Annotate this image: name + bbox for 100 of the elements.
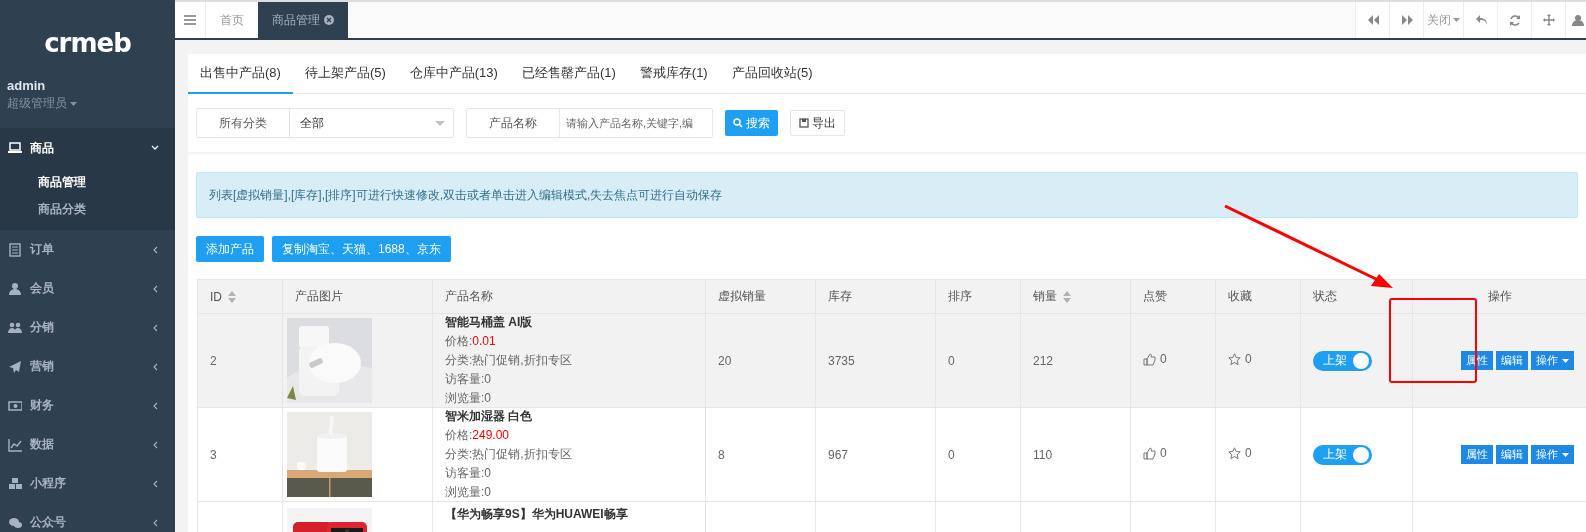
product-tab[interactable]: 出售中产品(8) [188,54,293,94]
line-chart-icon [8,437,22,452]
export-button[interactable]: 导出 [790,110,845,136]
notice-text: 列表[虚拟销量],[库存],[排序]可进行快速修改,双击或者单击进入编辑模式,失去焦点可进行自动保存 [209,186,723,204]
action-button[interactable]: 复制淘宝、天猫、1688、京东 [272,236,451,262]
users-icon [8,320,22,335]
logo: crmeb [44,28,131,58]
user-role-dropdown[interactable]: 超级管理员 [7,95,77,112]
chevron-left-icon [151,518,159,527]
close-icon[interactable] [324,15,334,25]
product-detail: 浏览量:0 [445,391,491,405]
count-text: 0 [1245,446,1252,461]
rewind-icon[interactable] [1366,14,1379,26]
banknote-icon [8,398,22,413]
product-name: 【华为畅享9S】华为HUAWEI畅享 [445,506,628,523]
table-cell: 20 [718,353,732,368]
count-text: 0 [1245,352,1252,367]
menu-item[interactable]: 会员 [0,269,175,308]
count-text: 0 [1160,446,1167,461]
table-cell: 212 [1033,353,1054,368]
submenu-item[interactable]: 商品分类 [38,201,86,222]
save-icon [799,118,809,128]
user-icon[interactable] [1572,14,1584,26]
document-icon [8,242,22,257]
column-header: 收藏 [1228,288,1252,305]
menu-item[interactable]: 财务 [0,386,175,425]
caret-icon [1562,358,1569,363]
undo-icon[interactable] [1474,14,1487,26]
sort-icon[interactable] [1063,290,1071,303]
product-name: 智米加湿器 白色 [445,408,533,425]
chevron-left-icon [151,440,159,449]
row-button[interactable]: 编辑 [1496,445,1528,464]
menu-item[interactable]: 订单 [0,230,175,269]
star-icon [1228,446,1241,460]
column-header: 销量 [1033,288,1057,305]
menu-item[interactable]: 分销 [0,308,175,347]
table-cell: 110 [1033,447,1053,462]
table-cell: 8 [718,447,725,462]
status-toggle[interactable]: 上架 [1313,350,1372,371]
product-detail: 浏览量:0 [445,485,491,499]
refresh-icon[interactable] [1508,14,1521,26]
thumbs-up-icon [1143,446,1156,460]
menu-icon[interactable] [184,15,196,25]
chevron-left-icon [151,479,159,488]
product-price: 价格:0.01 [445,334,496,348]
thumbs-up-icon [1143,352,1156,366]
column-header: ID [210,289,222,304]
product-tab[interactable]: 仓库中产品(13) [397,54,510,94]
column-header: 库存 [828,288,852,305]
product-detail: 分类:热门促销,折扣专区 [445,353,572,367]
page-tab[interactable]: 商品管理 [258,2,348,38]
table-cell: 0 [948,447,955,462]
search-button[interactable]: 搜索 [725,110,778,136]
product-detail: 访客量:0 [445,466,491,480]
caret-icon [70,101,77,106]
action-button[interactable]: 添加产品 [196,236,264,262]
row-button[interactable]: 属性 [1461,445,1493,464]
product-tab[interactable]: 产品回收站(5) [719,54,825,94]
menu-item[interactable]: 商品 [0,128,175,168]
search-icon [733,118,743,128]
table-cell: 2 [210,353,217,368]
menu-item[interactable]: 公众号 [0,503,175,532]
sort-icon[interactable] [228,290,236,303]
user-name: admin [7,78,46,93]
submenu-item[interactable]: 商品管理 [38,174,86,195]
operation-dropdown[interactable]: 操作 [1531,445,1574,464]
row-button[interactable]: 编辑 [1496,351,1528,370]
chevron-left-icon [151,401,159,410]
product-tab[interactable]: 待上架产品(5) [292,54,398,94]
column-header: 状态 [1313,288,1337,305]
chevron-left-icon [151,245,159,254]
menu-item[interactable]: 营销 [0,347,175,386]
product-price: 价格:249.00 [445,428,510,442]
move-icon[interactable] [1542,14,1555,26]
cubes-icon [8,476,22,491]
product-name: 智能马桶盖 AI版 [445,314,533,331]
operation-dropdown[interactable]: 操作 [1531,351,1574,370]
column-header: 产品图片 [295,288,343,305]
close-dropdown[interactable]: 关闭 [1423,2,1463,38]
menu-item[interactable]: 小程序 [0,464,175,503]
chevron-left-icon [151,284,159,293]
column-header: 虚拟销量 [718,288,766,305]
status-toggle[interactable]: 上架 [1313,444,1372,465]
column-header: 产品名称 [445,288,493,305]
menu-item[interactable]: 数据 [0,425,175,464]
product-detail: 分类:热门促销,折扣专区 [445,447,572,461]
star-icon [1228,352,1241,366]
product-tab[interactable]: 已经售罄产品(1) [509,54,628,94]
table-cell: 0 [948,353,955,368]
column-header: 点赞 [1143,288,1167,305]
page-tab[interactable]: 首页 [206,2,258,38]
chevron-left-icon [151,362,159,371]
table-cell: 967 [828,447,849,462]
count-text: 0 [1160,352,1167,367]
product-tab[interactable]: 警戒库存(1) [627,54,720,94]
column-header: 排序 [948,288,972,305]
table-cell: 3735 [828,353,855,368]
table-cell: 3 [210,447,217,462]
chevron-down-icon [151,144,159,152]
fast-forward-icon[interactable] [1400,14,1413,26]
